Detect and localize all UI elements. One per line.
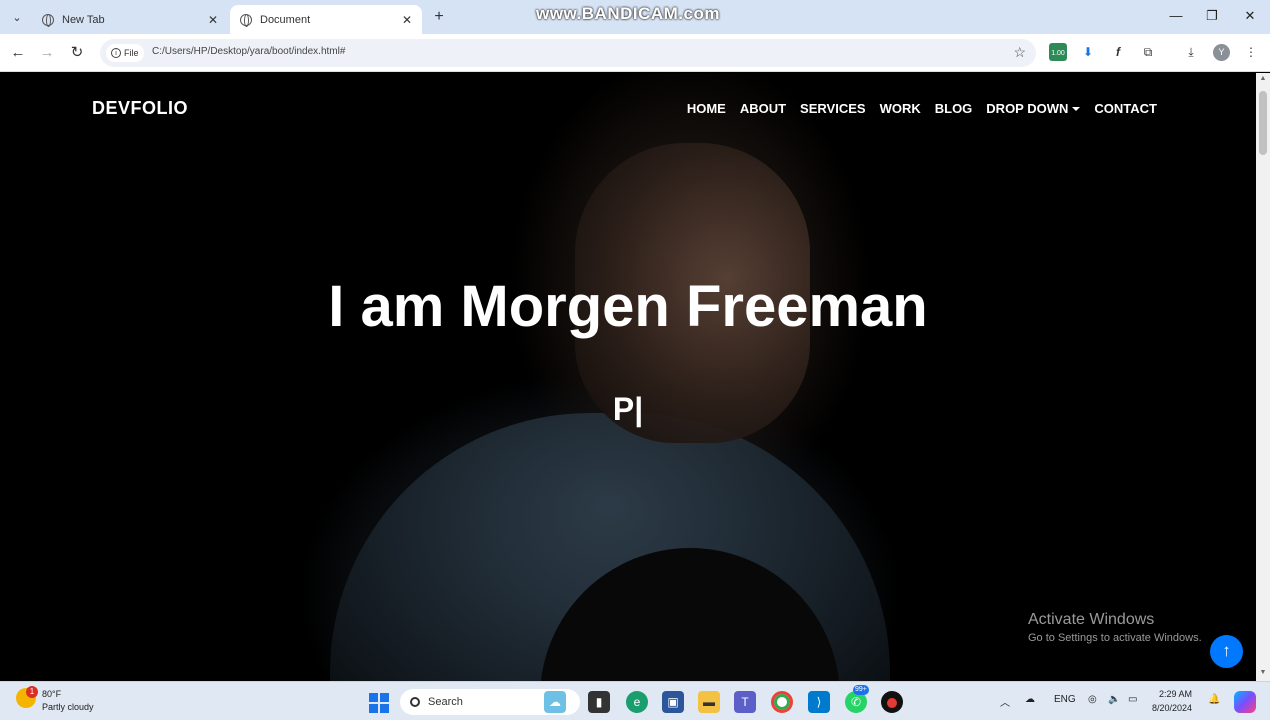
close-window-button[interactable]: ✕ bbox=[1240, 8, 1260, 24]
minimize-button[interactable]: — bbox=[1166, 8, 1186, 23]
site-info-label: File bbox=[124, 48, 139, 58]
activation-subtitle: Go to Settings to activate Windows. bbox=[1028, 632, 1202, 644]
weather-widget[interactable]: 1 80°F Partly cloudy bbox=[16, 686, 94, 714]
hero-title: I am Morgen Freeman bbox=[328, 274, 928, 339]
edge-browser-icon[interactable]: e bbox=[626, 691, 648, 713]
windows-taskbar: 1 80°F Partly cloudy Search ☁ ▮ e ▣ ▬ T … bbox=[0, 681, 1270, 720]
clock-time: 2:29 AM bbox=[1159, 689, 1193, 699]
restore-button[interactable]: ❐ bbox=[1202, 8, 1222, 24]
activation-title: Activate Windows bbox=[1028, 611, 1155, 628]
volume-mute-icon[interactable]: 🔈 bbox=[1108, 694, 1120, 705]
onedrive-cloud-icon[interactable]: ☁ bbox=[1025, 694, 1035, 705]
hero-section: DEVFOLIO HOME ABOUT SERVICES WORK BLOG D… bbox=[0, 73, 1256, 681]
whatsapp-unread-badge: 99+ bbox=[853, 685, 869, 695]
tab-search-button[interactable]: ⌄ bbox=[6, 7, 28, 27]
back-to-top-button[interactable]: ↑ bbox=[1210, 635, 1243, 668]
nav-dropdown-label: DROP DOWN bbox=[986, 101, 1069, 116]
profile-avatar[interactable]: Y bbox=[1213, 44, 1230, 61]
new-tab-button[interactable]: + bbox=[430, 7, 448, 27]
caret-down-icon bbox=[1072, 107, 1081, 111]
vscode-icon[interactable]: ⟩ bbox=[808, 691, 830, 713]
forward-button[interactable]: → bbox=[37, 43, 57, 63]
menu-kebab-icon[interactable]: ⋮ bbox=[1242, 43, 1260, 61]
scroll-up-arrow-icon[interactable]: ▲ bbox=[1259, 75, 1267, 82]
reload-button[interactable]: ↻ bbox=[67, 43, 87, 63]
nav-blog[interactable]: BLOG bbox=[935, 101, 973, 116]
site-info-chip[interactable]: i File bbox=[106, 44, 144, 62]
chrome-icon[interactable] bbox=[771, 691, 793, 713]
start-button[interactable] bbox=[368, 691, 390, 713]
site-brand-logo[interactable]: DEVFOLIO bbox=[92, 98, 188, 119]
system-clock[interactable]: 2:29 AM 8/20/2024 bbox=[1152, 687, 1192, 715]
weather-condition: Partly cloudy bbox=[42, 702, 94, 712]
weather-sun-icon: 1 bbox=[16, 686, 38, 708]
microsoft-store-icon[interactable]: ▣ bbox=[662, 691, 684, 713]
browser-toolbar: ← → ↻ i File C:/Users/HP/Desktop/yara/bo… bbox=[0, 34, 1270, 72]
teams-icon[interactable]: T bbox=[734, 691, 756, 713]
file-explorer-icon[interactable]: ▬ bbox=[698, 691, 720, 713]
extension-font-icon[interactable]: f bbox=[1109, 43, 1127, 61]
extension-green-icon[interactable]: 1.00 bbox=[1049, 43, 1067, 61]
page-scrollbar[interactable]: ▲ ▼ bbox=[1256, 73, 1270, 681]
copilot-icon[interactable] bbox=[1234, 691, 1256, 713]
windows-activation-watermark: Activate Windows Go to Settings to activ… bbox=[1028, 611, 1202, 644]
nav-home[interactable]: HOME bbox=[687, 101, 726, 116]
search-icon bbox=[410, 697, 420, 707]
tab-title: New Tab bbox=[62, 13, 105, 26]
scroll-down-arrow-icon[interactable]: ▼ bbox=[1259, 669, 1267, 676]
globe-icon bbox=[240, 13, 252, 27]
nav-services[interactable]: SERVICES bbox=[800, 101, 866, 116]
weather-temperature: 80°F bbox=[42, 689, 62, 699]
bandicam-record-icon[interactable] bbox=[881, 691, 903, 713]
widgets-icon[interactable]: ☁ bbox=[544, 691, 566, 713]
url-text[interactable]: C:/Users/HP/Desktop/yara/boot/index.html… bbox=[152, 46, 345, 57]
address-bar[interactable]: i File C:/Users/HP/Desktop/yara/boot/ind… bbox=[100, 39, 1036, 67]
extension-download-icon[interactable]: ⬇ bbox=[1079, 43, 1097, 61]
nav-contact[interactable]: CONTACT bbox=[1094, 101, 1157, 116]
show-hidden-icons-chevron-icon[interactable]: ︿ bbox=[1000, 694, 1010, 709]
nav-work[interactable]: WORK bbox=[880, 101, 921, 116]
arrow-up-icon: ↑ bbox=[1222, 641, 1231, 660]
battery-icon[interactable]: ▭ bbox=[1128, 694, 1137, 705]
tab-title: Document bbox=[260, 13, 311, 26]
notification-bell-icon[interactable]: 🔔 bbox=[1208, 694, 1220, 705]
task-view-icon[interactable]: ▮ bbox=[588, 691, 610, 713]
nav-dropdown[interactable]: DROP DOWN bbox=[986, 101, 1081, 116]
typed-subtitle: P| bbox=[612, 391, 644, 427]
downloads-icon[interactable]: ⤓ bbox=[1182, 43, 1200, 61]
back-button[interactable]: ← bbox=[8, 43, 28, 63]
close-tab-icon[interactable]: ✕ bbox=[208, 13, 218, 27]
weather-alert-badge: 1 bbox=[26, 686, 38, 698]
recording-watermark: www.BANDICAM.com bbox=[536, 4, 720, 23]
info-icon: i bbox=[111, 48, 121, 58]
nav-about[interactable]: ABOUT bbox=[740, 101, 786, 116]
tab-document[interactable]: Document ✕ bbox=[230, 5, 422, 34]
tab-strip: ⌄ New Tab ✕ Document ✕ + www.BANDICAM.co… bbox=[0, 0, 1270, 34]
main-navigation: HOME ABOUT SERVICES WORK BLOG DROP DOWN … bbox=[687, 101, 1157, 116]
network-globe-icon[interactable]: ◎ bbox=[1088, 694, 1097, 705]
scrollbar-thumb[interactable] bbox=[1259, 91, 1267, 155]
language-indicator[interactable]: ENG bbox=[1054, 694, 1076, 705]
tab-new-tab[interactable]: New Tab ✕ bbox=[32, 5, 228, 34]
clock-date: 8/20/2024 bbox=[1152, 703, 1193, 713]
taskbar-search-label: Search bbox=[428, 696, 463, 708]
bookmark-star-icon[interactable]: ☆ bbox=[1013, 44, 1026, 61]
close-tab-icon[interactable]: ✕ bbox=[402, 13, 412, 27]
globe-icon bbox=[42, 13, 54, 27]
whatsapp-icon[interactable]: ✆ 99+ bbox=[845, 685, 869, 713]
extensions-puzzle-icon[interactable]: ⧉ bbox=[1139, 43, 1157, 61]
